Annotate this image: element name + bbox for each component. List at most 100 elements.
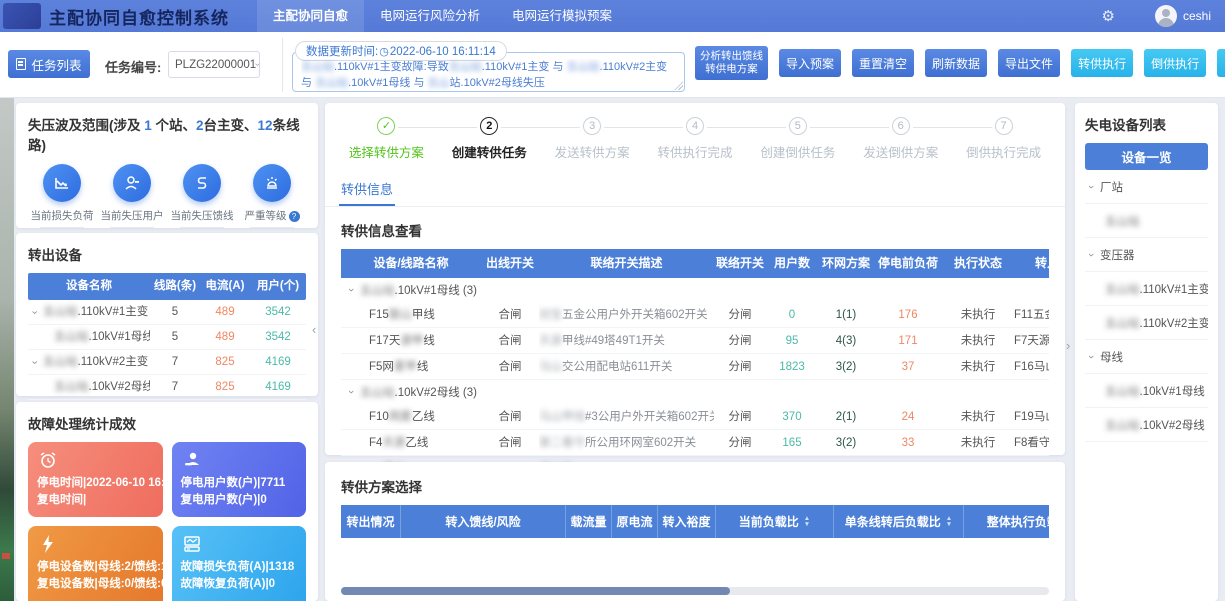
- table-cell: F10网夏乙线: [341, 404, 481, 429]
- text-fragment: .110kV#1主变 与: [482, 61, 567, 73]
- feeder-row[interactable]: F4天源乙线合闸第二看守所公用环网室602开关分闸1653(2)33未执行F8看…: [341, 430, 1049, 456]
- refresh-data-button[interactable]: 刷新数据: [925, 49, 987, 77]
- table-cell: 第二看守所公用环网室602开关: [539, 430, 714, 455]
- table-cell: F5网夏甲线: [341, 354, 481, 379]
- text-fragment: 创宝: [539, 309, 562, 321]
- text-fragment: 第二看守: [539, 437, 585, 449]
- transfer-execute-button[interactable]: 转供执行: [1071, 49, 1133, 77]
- table-cell: 24: [874, 404, 942, 429]
- task-number-select[interactable]: PLZG22000001 ›: [168, 51, 260, 78]
- graphic-analysis-button[interactable]: 图形分析: [1217, 49, 1225, 77]
- fault-description-box[interactable]: 数据更新时间:◷2022-06-10 16:11:14 五山站.110kV#1主…: [292, 52, 685, 92]
- text-fragment: 五山站: [1105, 386, 1140, 398]
- step-transfer-done[interactable]: 4转供执行完成: [644, 117, 747, 161]
- text-fragment: 五山站: [1105, 318, 1140, 330]
- text-fragment: F5网: [369, 361, 394, 373]
- table-cell: F17天源甲线: [341, 328, 481, 353]
- text-fragment: F17天: [369, 335, 400, 347]
- tree-group-station[interactable]: ›厂站: [1085, 170, 1208, 204]
- help-icon[interactable]: ?: [289, 211, 300, 222]
- table-cell: 天源甲线#49塔49T1开关: [539, 328, 714, 353]
- chevron-down-icon: ›: [345, 284, 357, 296]
- tab-transfer-info[interactable]: 转供信息: [339, 173, 395, 206]
- text-fragment: 五山站: [360, 387, 395, 399]
- table-cell: 4(3): [818, 328, 874, 353]
- expand-right-panel-icon[interactable]: ›: [1066, 338, 1070, 353]
- group-label: 五山站.10kV#1母线 (3): [360, 282, 477, 298]
- step-backfeed-done[interactable]: 7倒供执行完成: [952, 117, 1055, 161]
- panel-title: 转出设备: [28, 244, 306, 264]
- reset-clear-button[interactable]: 重置清空: [852, 49, 914, 77]
- clock-icon: ◷: [379, 45, 389, 58]
- tree-item[interactable]: 五山站.10kV#2母线: [1085, 408, 1208, 442]
- step-send-plan[interactable]: 3发送转供方案: [541, 117, 644, 161]
- text-fragment: 1: [144, 118, 152, 133]
- table-row[interactable]: ›五山站.110kV#1主变 5 489 3542: [28, 300, 306, 325]
- step-create-task[interactable]: 2创建转供任务: [438, 117, 541, 161]
- sort-icon[interactable]: ▲▼: [946, 516, 952, 528]
- outage-users-card: 停电用户数(户)|7711 复电用户数(户)|0: [172, 442, 307, 517]
- export-file-button[interactable]: 导出文件: [998, 49, 1060, 77]
- tree-group-transformer[interactable]: ›变压器: [1085, 238, 1208, 272]
- feeder-row[interactable]: F17天源甲线合闸天源甲线#49塔49T1开关分闸954(3)171未执行F7天…: [341, 328, 1049, 354]
- table-row[interactable]: 五山站.10kV#2母线 7 825 4169: [28, 375, 306, 400]
- text-fragment: .110kV#1主变故障:导致: [334, 61, 449, 73]
- scrollbar-thumb[interactable]: [341, 587, 730, 595]
- table-cell: 未执行: [942, 404, 1014, 429]
- backfeed-execute-button[interactable]: 倒供执行: [1144, 49, 1206, 77]
- text-fragment: 站.10kV#2母线失压: [450, 77, 545, 89]
- table-cell: 未执行: [942, 302, 1014, 327]
- step-create-backfeed[interactable]: 5创建倒供任务: [746, 117, 849, 161]
- horizontal-scrollbar: [341, 587, 1049, 595]
- tree-group-bus[interactable]: ›母线: [1085, 340, 1208, 374]
- table-cell: 176: [874, 302, 942, 327]
- app-logo: [3, 3, 41, 29]
- feeder-group-row[interactable]: ›五山站.10kV#1母线 (3): [341, 278, 1049, 302]
- resize-grip[interactable]: [674, 81, 683, 90]
- text-fragment: .110kV#2主变: [78, 356, 149, 368]
- user-menu[interactable]: ceshi: [1155, 5, 1211, 27]
- text-fragment: 五山站: [43, 306, 78, 318]
- tree-item[interactable]: 五山站.10kV#1母线: [1085, 374, 1208, 408]
- table-cell: 马山甲线#3公用户外开关箱602开关: [539, 404, 714, 429]
- feeder-row[interactable]: F5网夏甲线合闸马山交公用配电站611开关分闸18233(2)37未执行F16马…: [341, 354, 1049, 380]
- tree-item[interactable]: 五山站: [1085, 204, 1208, 238]
- table-cell: 95: [766, 328, 818, 353]
- feeder-row[interactable]: F10网夏乙线合闸马山甲线#3公用户外开关箱602开关分闸3702(1)24未执…: [341, 404, 1049, 430]
- import-plan-button[interactable]: 导入预案: [779, 49, 841, 77]
- table-cell: F11五金线: [1014, 302, 1049, 327]
- table-row[interactable]: ›五山站.110kV#2主变 7 825 4169: [28, 350, 306, 375]
- text-fragment: 交公用配电站611开关: [562, 361, 672, 373]
- collapse-left-panel-icon[interactable]: ‹: [312, 322, 316, 337]
- nav-tab-simulation[interactable]: 电网运行模拟预案: [496, 0, 628, 32]
- table-cell: 3(2): [818, 430, 874, 455]
- toolbar-buttons: 分析转出馈线 转供电方案 导入预案 重置清空 刷新数据 导出文件 转供执行 倒供…: [695, 46, 1220, 80]
- step-select-plan[interactable]: ✓选择转供方案: [335, 117, 438, 161]
- transfer-workflow-panel: ✓选择转供方案 2创建转供任务 3发送转供方案 4转供执行完成 5创建倒供任务 …: [325, 103, 1065, 455]
- device-overview-header[interactable]: 设备一览: [1085, 143, 1208, 170]
- task-list-button[interactable]: 任务列表: [8, 50, 90, 78]
- feeder-group-row[interactable]: ›五山站.10kV#2母线 (3): [341, 380, 1049, 404]
- tree-item[interactable]: 五山站.110kV#2主变: [1085, 306, 1208, 340]
- text-fragment: 五山站: [449, 61, 482, 73]
- panel-title: 失压波及范围(涉及 1 个站、2台主变、12条线路): [28, 114, 306, 154]
- text-fragment: 五山: [428, 77, 450, 89]
- text-fragment: 五山站: [43, 356, 78, 368]
- table-cell: 1(1): [818, 302, 874, 327]
- tree-item[interactable]: 五山站.110kV#1主变: [1085, 272, 1208, 306]
- text-fragment: 五山站: [1105, 284, 1140, 296]
- table-cell: 分闸: [714, 302, 766, 327]
- nav-tab-risk-analysis[interactable]: 电网运行风险分析: [364, 0, 496, 32]
- settings-gear-icon[interactable]: ⚙: [1102, 7, 1115, 25]
- sort-icon[interactable]: ▲▼: [804, 516, 810, 528]
- analyze-transfer-plan-button[interactable]: 分析转出馈线 转供电方案: [695, 46, 768, 80]
- text-fragment: .10kV#2母线: [89, 381, 151, 393]
- feeder-row[interactable]: F15联山甲线合闸创宝五金公用户外开关箱602开关分闸01(1)176未执行F1…: [341, 302, 1049, 328]
- nav-tab-self-healing[interactable]: 主配协同自愈: [257, 0, 364, 32]
- top-nav: 主配协同自愈控制系统 主配协同自愈 电网运行风险分析 电网运行模拟预案 ⚙ ce…: [0, 0, 1225, 32]
- table-cell: F8看守线: [1014, 430, 1049, 455]
- table-row[interactable]: 五山站.10kV#1母线 5 489 3542: [28, 325, 306, 350]
- step-send-backfeed[interactable]: 6发送倒供方案: [849, 117, 952, 161]
- chevron-down-icon: ›: [345, 386, 357, 398]
- fault-stats-panel: 故障处理统计成效 停电时间|2022-06-10 16:11 复电时间| 停电用…: [16, 402, 318, 601]
